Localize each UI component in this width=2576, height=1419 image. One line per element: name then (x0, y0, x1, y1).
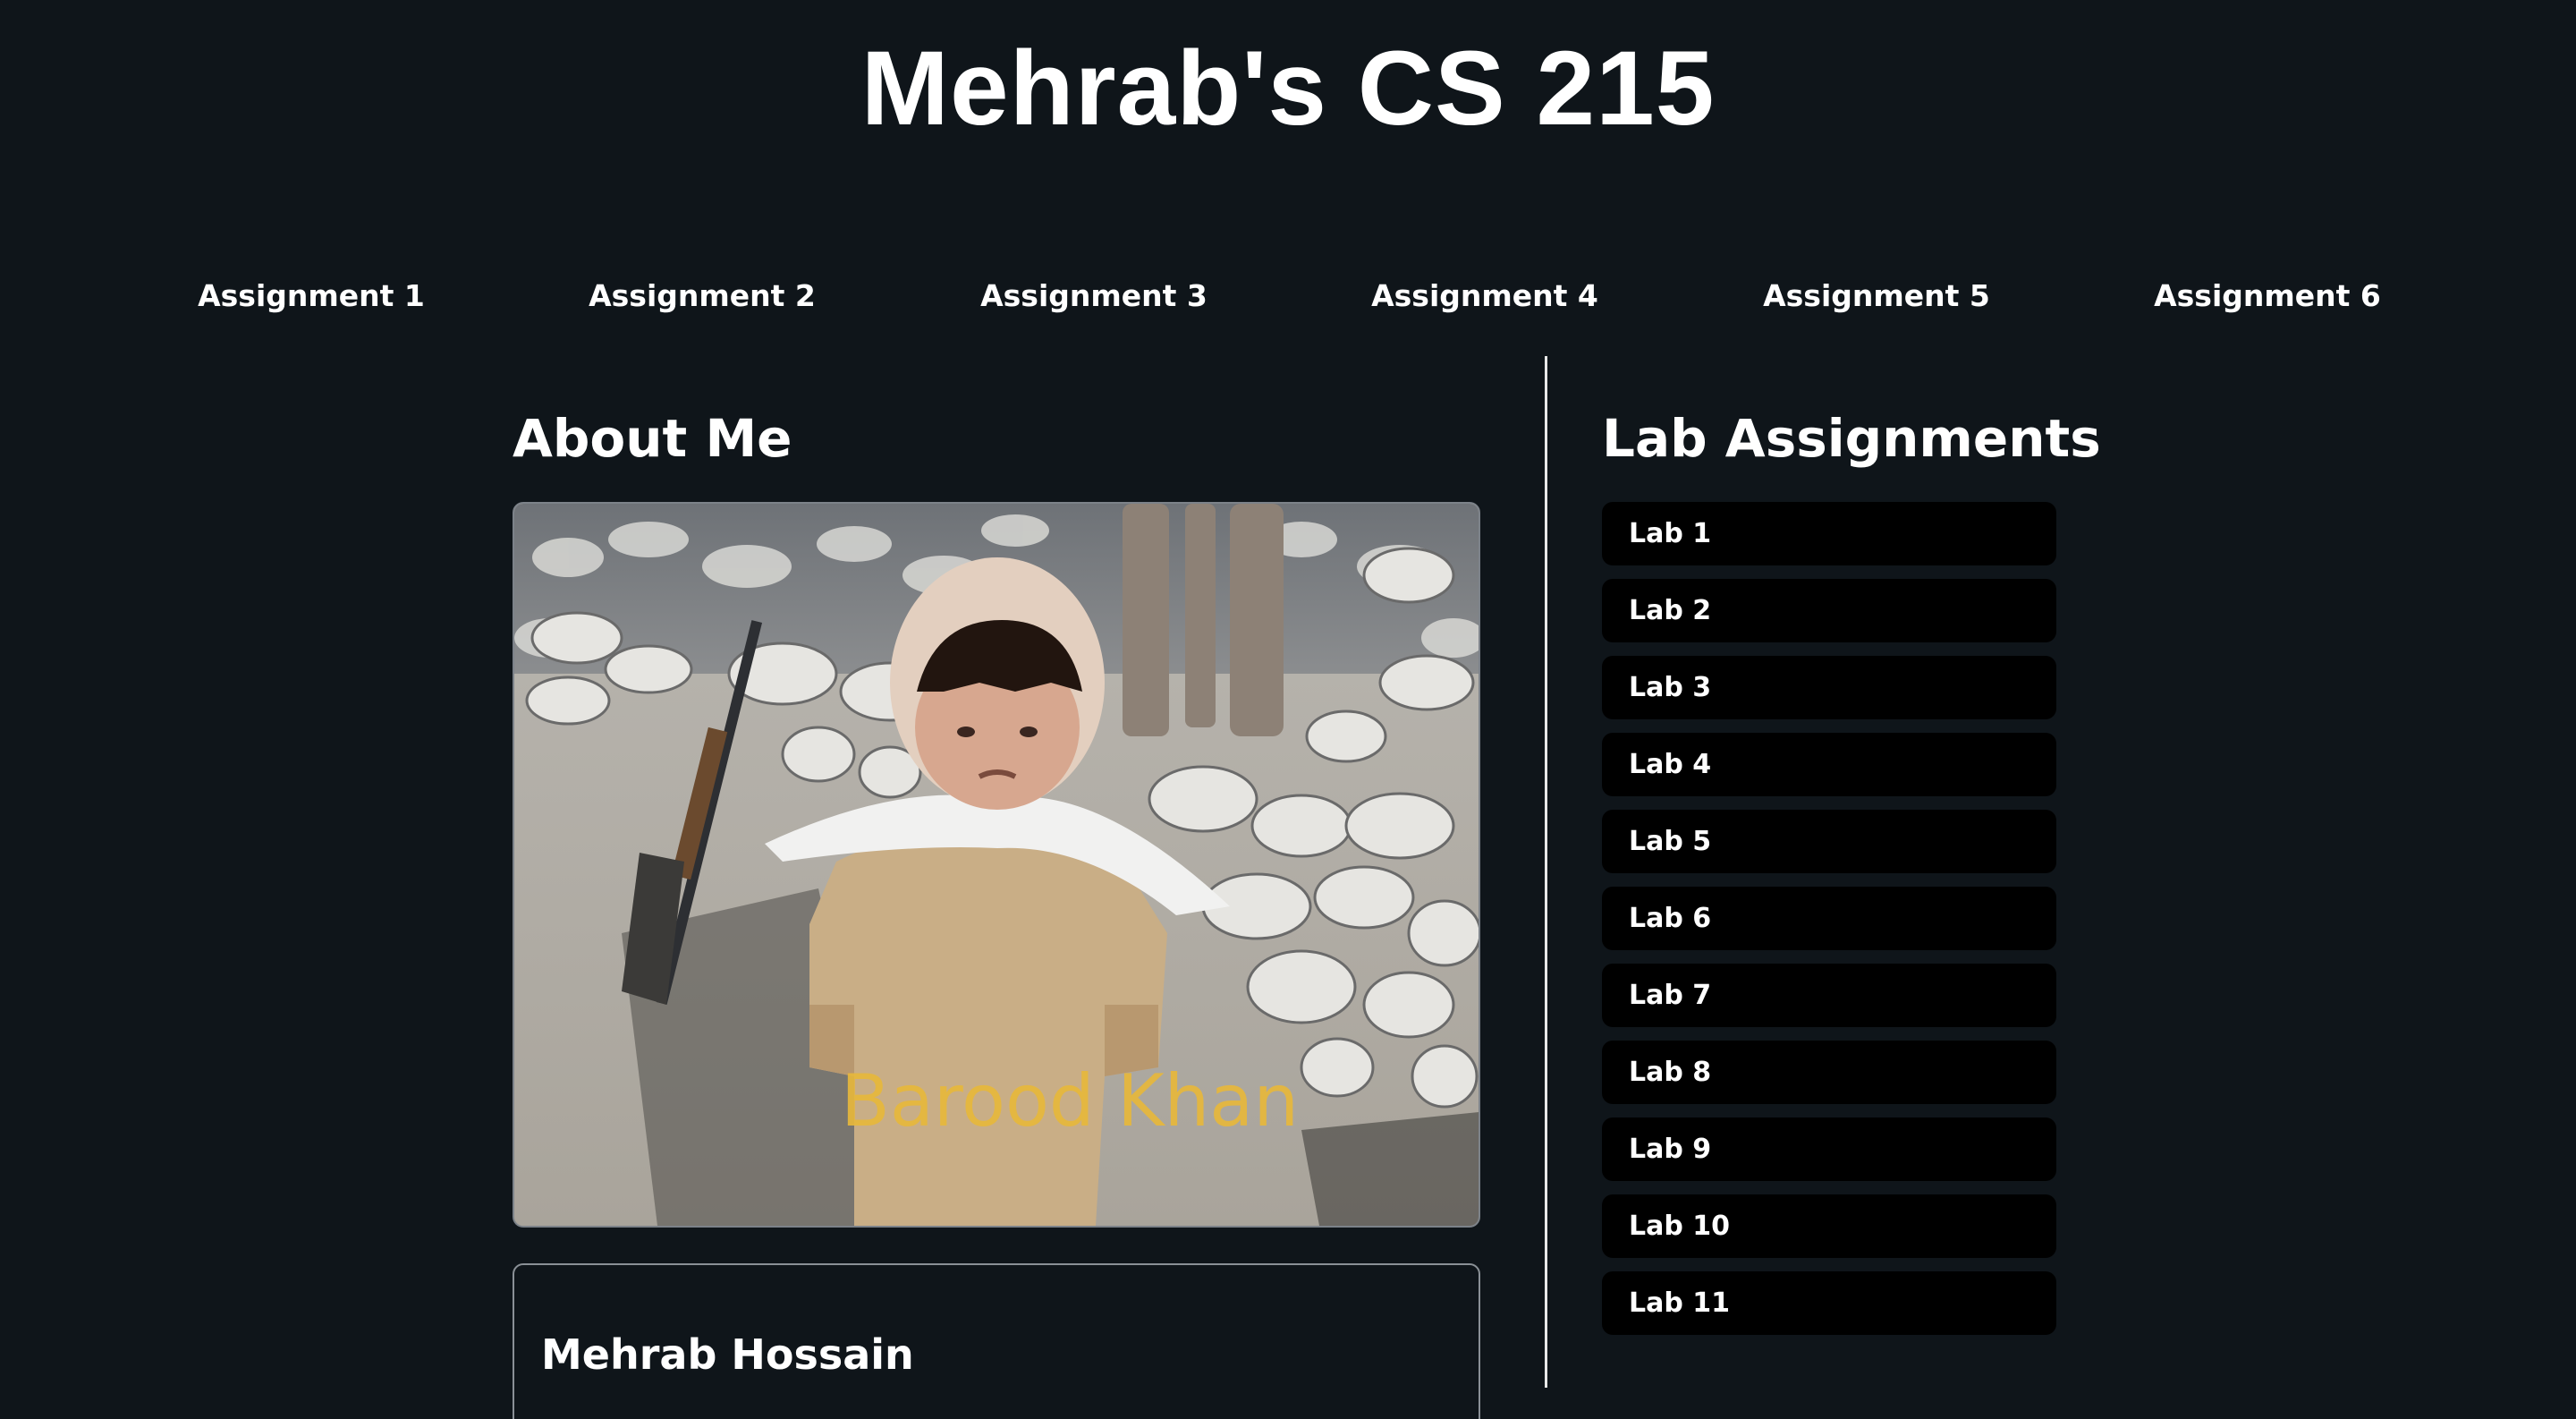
site-title: Mehrab's CS 215 (860, 30, 1716, 148)
assignment-nav: Assignment 1 Assignment 2 Assignment 3 A… (0, 274, 2576, 322)
lab-assignments-heading: Lab Assignments (1602, 408, 2101, 469)
profile-photo: Barood Khan (513, 502, 1480, 1228)
lab-item-3[interactable]: Lab 3 (1602, 656, 2056, 719)
nav-assignment-2[interactable]: Assignment 2 (541, 274, 863, 319)
about-me-heading: About Me (513, 408, 792, 469)
profile-card: Mehrab Hossain (513, 1263, 1480, 1419)
lab-item-6[interactable]: Lab 6 (1602, 887, 2056, 950)
lab-item-7[interactable]: Lab 7 (1602, 964, 2056, 1027)
lab-item-11[interactable]: Lab 11 (1602, 1271, 2056, 1335)
lab-item-2[interactable]: Lab 2 (1602, 579, 2056, 642)
column-divider (1545, 356, 1547, 1388)
lab-item-4[interactable]: Lab 4 (1602, 733, 2056, 796)
nav-assignment-5[interactable]: Assignment 5 (1716, 274, 2038, 319)
lab-item-8[interactable]: Lab 8 (1602, 1041, 2056, 1104)
page: Mehrab's CS 215 Assignment 1 Assignment … (0, 0, 2576, 1419)
lab-item-10[interactable]: Lab 10 (1602, 1194, 2056, 1258)
profile-name: Mehrab Hossain (541, 1330, 914, 1379)
nav-assignment-6[interactable]: Assignment 6 (2106, 274, 2428, 319)
photo-caption: Barood Khan (841, 1059, 1299, 1143)
lab-item-9[interactable]: Lab 9 (1602, 1117, 2056, 1181)
lab-item-5[interactable]: Lab 5 (1602, 810, 2056, 873)
nav-assignment-3[interactable]: Assignment 3 (933, 274, 1255, 319)
nav-assignment-1[interactable]: Assignment 1 (150, 274, 472, 319)
nav-assignment-4[interactable]: Assignment 4 (1324, 274, 1646, 319)
lab-item-1[interactable]: Lab 1 (1602, 502, 2056, 565)
